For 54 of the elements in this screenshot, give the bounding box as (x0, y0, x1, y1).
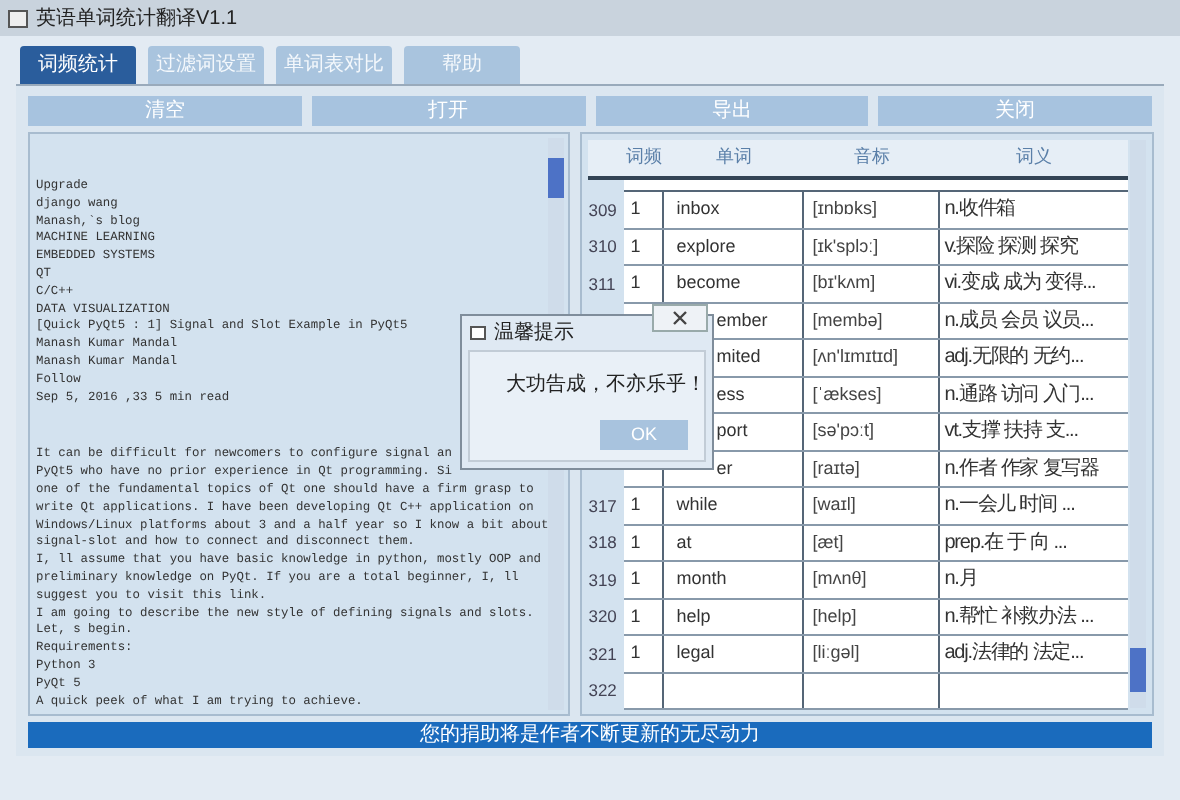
table-cell: 1 (624, 599, 665, 634)
table-cell-text: prep.在 于 向 ... (942, 529, 1069, 558)
table-cell: while (664, 488, 805, 523)
table-cell-text: v.探险 探测 探究 (942, 233, 1080, 262)
table-cell-text: n.帮忙 补救办法 ... (942, 603, 1096, 632)
table-cell-text: adj.法律的 法定... (942, 639, 1086, 669)
row-number: 309 (588, 197, 619, 224)
table-cell: [mʌnθ] (804, 562, 941, 597)
table-cell: 1 (624, 266, 665, 301)
table-cell-text: n.收件箱 (942, 196, 1018, 225)
status-bar: 您的捐助将是作者不断更新的无尽动力 (28, 722, 1152, 748)
table-cell-text: n.一会儿 时间 ... (942, 491, 1077, 521)
table-cell: [ɪk'splɔː] (804, 229, 941, 264)
table-cell: [æt] (804, 525, 941, 560)
table-cell: 1 (624, 562, 665, 597)
window-title: 英语单词统计翻译V1.1 (36, 5, 238, 33)
table-cell: 1 (624, 636, 665, 671)
table-cell-text: n.作者 作家 复写器 (942, 455, 1102, 484)
table-cell-text: adj.无限的 无约... (942, 344, 1086, 373)
table-cell-text: vi.变成 成为 变得... (942, 269, 1098, 299)
table-cell: legal (664, 636, 805, 671)
table-cell: [waɪl] (804, 488, 941, 523)
table-cell: 1 (624, 525, 665, 560)
table-cell-text: n.通路 访问 入门... (942, 381, 1096, 410)
table-cell: 1 (624, 229, 665, 264)
table-cell: [ʌn'lɪmɪtɪd] (804, 340, 941, 375)
table-cell-text: vt.支撑 扶持 支... (942, 417, 1080, 447)
table-cell: help (664, 599, 805, 634)
table-cell: [ˈækses] (804, 377, 941, 412)
table-cell: explore (664, 229, 805, 264)
table-cell: [bɪ'kʌm] (804, 266, 941, 301)
row-number: 318 (588, 530, 619, 557)
table-cell: inbox (664, 192, 805, 227)
row-number: 322 (588, 678, 619, 705)
row-number: 319 (588, 567, 619, 594)
table-cell: [sə'pɔːt] (804, 414, 941, 449)
table-cell-text: n.成员 会员 议员... (942, 307, 1096, 336)
table-cell: [ɪnbɒks] (804, 192, 941, 227)
row-number: 320 (588, 604, 619, 631)
dialog-title: 温馨提示 (494, 319, 574, 348)
table-cell: [help] (804, 599, 941, 634)
table-cell: [liːgəl] (804, 636, 941, 671)
table-cell: month (664, 562, 805, 597)
table-cell: become (664, 266, 805, 301)
table-cell: 1 (624, 488, 665, 523)
table-cell: [membə] (804, 303, 941, 338)
row-number: 321 (588, 641, 619, 668)
row-number: 317 (588, 493, 619, 520)
table-cell: 1 (624, 192, 665, 227)
table-cell: [raɪtə] (804, 451, 941, 486)
row-number: 311 (588, 271, 618, 298)
table-cell-text: n.月 (942, 566, 980, 595)
table-cell: at (664, 525, 805, 560)
row-number: 310 (588, 234, 619, 261)
